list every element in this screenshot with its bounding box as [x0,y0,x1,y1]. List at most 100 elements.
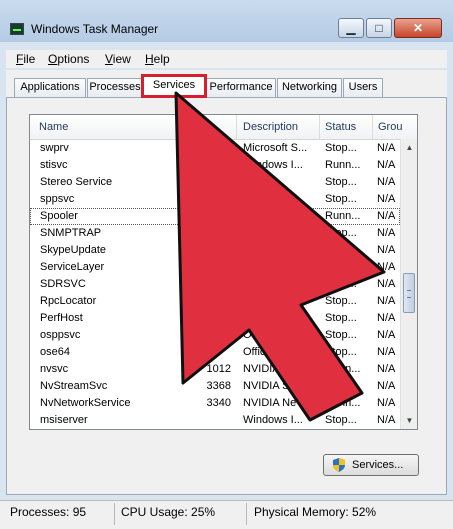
shield-icon [333,458,345,472]
service-description: ...e [243,176,259,188]
service-description: Pe [243,312,257,324]
service-status: Runn... [325,363,361,375]
table-row[interactable]: SDRSVC Stop... N/A [30,276,400,293]
menu-help[interactable]: Help [145,52,170,66]
service-name: nvsvc [40,363,69,375]
table-row[interactable]: msiserver Windows I... Stop... N/A [30,412,400,429]
list-header: Name Description Status Grou [30,115,417,140]
vertical-scrollbar[interactable]: ▲ ▼ [400,139,417,429]
tab-services[interactable]: Services [141,74,207,98]
table-row[interactable]: stisvc Windows I... Runn... N/A [30,157,400,174]
services-list[interactable]: Name Description Status Grou swprv Micros… [29,114,418,430]
service-status: Stop... [325,312,357,324]
service-pid: 3368 [206,380,231,392]
task-manager-window: Windows Task Manager ▁ □ ✕ File Options … [0,0,453,529]
status-cpu: CPU Usage: 25% [121,505,216,519]
services-button-label: Services... [352,459,404,471]
title-bar[interactable]: Windows Task Manager ▁ □ ✕ [0,0,453,42]
service-description: NVIDIA [243,363,280,375]
service-status: Stop... [325,142,357,154]
service-description: Windows I... [243,159,303,171]
service-name: sppsvc [40,193,75,205]
service-status: Runn... [325,397,361,409]
table-row[interactable]: sppsvc Stop... N/A [30,191,400,208]
tab-networking[interactable]: Networking [277,78,342,97]
service-status: Stop... [325,295,357,307]
tab-applications[interactable]: Applications [14,78,86,97]
status-processes: Processes: 95 [10,505,87,519]
minimize-icon[interactable]: ▁ [338,18,364,38]
table-row[interactable]: nvsvc 1012 NVIDIA Runn... N/A [30,361,400,378]
service-name: NvNetworkService [40,397,131,409]
table-row[interactable]: Stereo Service ...e Stop... N/A [30,174,400,191]
column-status[interactable]: Status [325,121,356,133]
service-status: Stop... [325,193,357,205]
scroll-down-icon[interactable]: ▼ [401,412,417,429]
service-name: SNMPTRAP [40,227,102,239]
service-name: Spooler [40,210,78,222]
tab-processes[interactable]: Processes [87,78,143,97]
table-row[interactable]: NvNetworkService 3340 NVIDIA Ne Runn... N/A [30,395,400,412]
service-status: Stop... [325,227,357,239]
service-status: Stop... [325,278,357,290]
service-name: SDRSVC [40,278,86,290]
service-status: Runn... [325,210,361,222]
service-name: NvStreamSvc [40,380,108,392]
service-description: NVIDIA Ne [243,397,297,409]
table-row[interactable]: swprv Microsoft S... Stop... N/A [30,140,400,157]
tab-users[interactable]: Users [343,78,383,97]
service-pid: 1012 [206,363,231,375]
service-name: ose64 [40,346,70,358]
window-title: Windows Task Manager [31,22,159,36]
scroll-thumb[interactable] [403,273,415,313]
service-status: Stop... [325,261,357,273]
column-name[interactable]: Name [39,121,68,133]
service-name: swprv [40,142,69,154]
service-status: Stop... [325,244,357,256]
close-icon[interactable]: ✕ [394,18,442,38]
menu-file[interactable]: File [16,52,35,66]
service-description: Microsoft S... [243,142,308,154]
service-status: Stop... [325,176,357,188]
service-name: RpcLocator [40,295,97,307]
service-status: Stop... [325,329,357,341]
table-row[interactable]: RpcLocator Stop... N/A [30,293,400,310]
service-status: Runn... [325,159,361,171]
service-status: Stop... [325,414,357,426]
service-name: stisvc [40,159,68,171]
status-bar: Processes: 95 CPU Usage: 25% Physical Me… [0,500,453,529]
menu-view[interactable]: View [105,52,131,66]
table-row[interactable]: SkypeUpdate Stop... N/A [30,242,400,259]
table-row[interactable]: osppsvc Office Stop... N/A [30,327,400,344]
table-row[interactable]: Spooler Runn... N/A [30,208,400,225]
service-status: Stop... [325,346,357,358]
service-name: ServiceLayer [40,261,105,273]
service-description: Office [243,346,272,358]
tab-performance[interactable]: Performance [206,78,276,97]
service-status: Runn... [325,380,361,392]
service-pid: 3340 [206,397,231,409]
table-row[interactable]: PerfHost Pe Stop... N/A [30,310,400,327]
table-row[interactable]: ServiceLayer Stop... N/A [30,259,400,276]
service-name: Stereo Service [40,176,113,188]
table-row[interactable]: SNMPTRAP Stop... N/A [30,225,400,242]
column-description[interactable]: Description [243,121,298,133]
column-group[interactable]: Grou [378,121,402,133]
service-description: Windows I... [243,414,303,426]
menu-options[interactable]: Options [48,52,89,66]
services-button[interactable]: Services... [323,454,419,476]
service-description: NVIDIA S [243,380,290,392]
status-memory: Physical Memory: 52% [254,505,377,519]
tab-strip: Applications Processes Services Performa… [6,70,447,98]
service-name: osppsvc [40,329,81,341]
task-manager-icon [10,23,24,35]
table-row[interactable]: ose64 Office Stop... N/A [30,344,400,361]
maximize-icon[interactable]: □ [366,18,392,38]
table-row[interactable]: NvStreamSvc 3368 NVIDIA S Runn... N/A [30,378,400,395]
service-description: Office [243,329,272,341]
service-name: PerfHost [40,312,83,324]
menu-bar: File Options View Help [6,50,447,68]
scroll-up-icon[interactable]: ▲ [401,139,417,156]
service-name: msiserver [40,414,88,426]
service-name: SkypeUpdate [40,244,107,256]
